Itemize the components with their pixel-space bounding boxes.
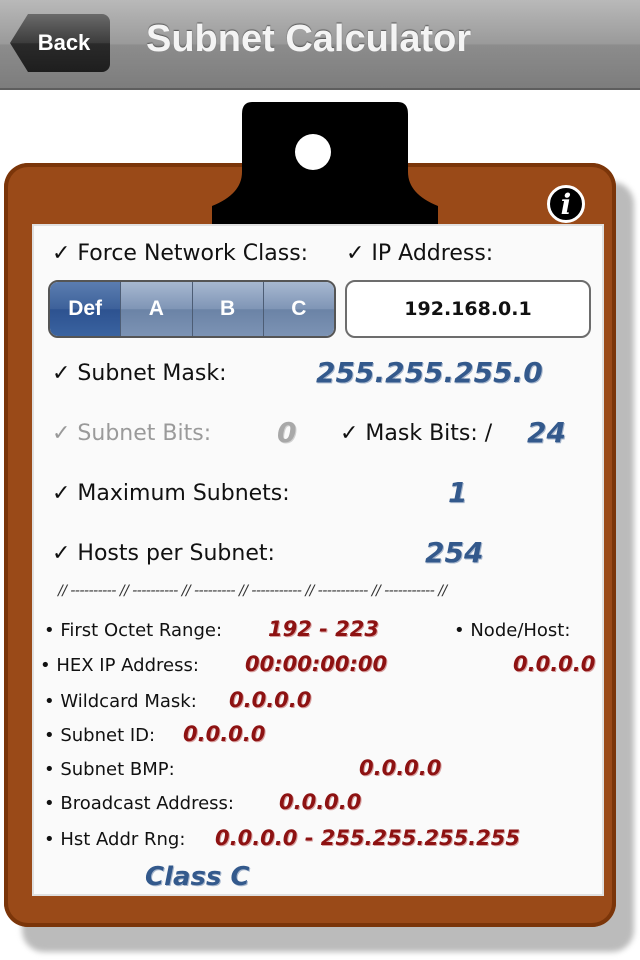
info-icon[interactable]: i (547, 185, 585, 223)
mask-bits-value[interactable]: 24 (527, 416, 566, 449)
mask-bits-label[interactable]: ✓ Mask Bits: / (340, 421, 492, 446)
ip-address-label[interactable]: ✓ IP Address: (346, 241, 493, 266)
hex-ip-label: • HEX IP Address: (40, 655, 199, 676)
hosts-per-subnet-label[interactable]: ✓ Hosts per Subnet: (52, 541, 275, 566)
segment-def[interactable]: Def (50, 282, 122, 336)
first-octet-value: 192 - 223 (268, 617, 380, 641)
max-subnets-value[interactable]: 1 (448, 476, 467, 509)
broadcast-address-label: • Broadcast Address: (44, 793, 234, 814)
clipboard-clip-icon (212, 102, 438, 234)
subnet-bmp-value: 0.0.0.0 (359, 756, 442, 780)
wildcard-mask-label: • Wildcard Mask: (44, 691, 197, 712)
subnet-mask-value[interactable]: 255.255.255.0 (316, 356, 543, 389)
network-class-result: Class C (145, 862, 250, 892)
hosts-per-subnet-value[interactable]: 254 (425, 536, 483, 569)
page-title: Subnet Calculator (146, 18, 472, 60)
broadcast-address-value: 0.0.0.0 (279, 790, 362, 814)
host-range-value: 0.0.0.0 - 255.255.255.255 (215, 826, 520, 850)
first-octet-label: • First Octet Range: (44, 620, 223, 641)
hex-ip-value: 00:00:00:00 (245, 652, 388, 676)
subnet-id-label: • Subnet ID: (44, 725, 156, 746)
back-button[interactable]: Back (10, 14, 110, 72)
segment-c[interactable]: C (263, 282, 334, 336)
subnet-bmp-label: • Subnet BMP: (44, 759, 175, 780)
navigation-bar: Back Subnet Calculator (0, 0, 640, 90)
section-divider: // ---------- // ---------- // ---------… (58, 583, 447, 599)
subnet-mask-label[interactable]: ✓ Subnet Mask: (52, 361, 226, 386)
max-subnets-label[interactable]: ✓ Maximum Subnets: (52, 481, 290, 506)
wildcard-mask-value: 0.0.0.0 (229, 688, 312, 712)
force-class-label[interactable]: ✓ Force Network Class: (52, 241, 308, 266)
node-host-label: • Node/Host: (454, 620, 571, 641)
node-host-value: 0.0.0.0 (513, 652, 596, 676)
ip-address-input[interactable]: 192.168.0.1 (345, 280, 591, 338)
segment-a[interactable]: A (121, 282, 193, 336)
segment-b[interactable]: B (192, 282, 264, 336)
host-range-label: • Hst Addr Rng: (44, 829, 186, 850)
subnet-bits-label: ✓ Subnet Bits: (52, 421, 212, 446)
network-class-segmented-control[interactable]: Def A B C (48, 280, 336, 338)
subnet-id-value: 0.0.0.0 (183, 722, 266, 746)
subnet-bits-value: 0 (277, 416, 297, 449)
